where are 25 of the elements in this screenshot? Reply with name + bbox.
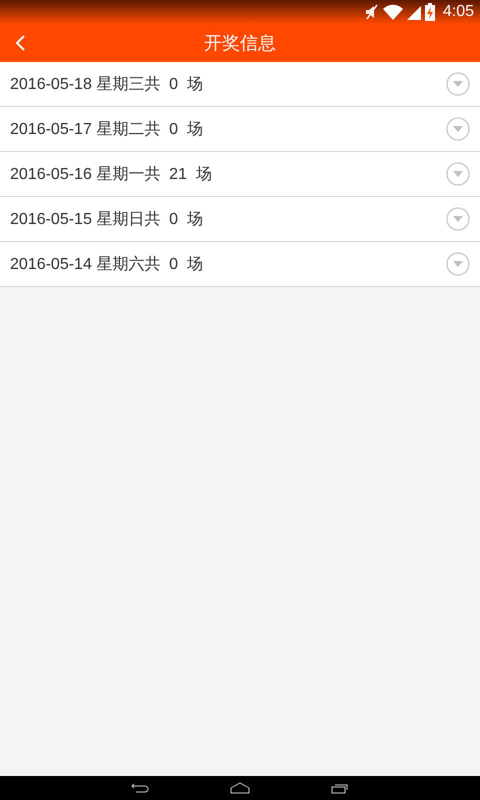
row-label: 2016-05-18 星期三共 0 场 xyxy=(10,74,203,94)
date-row[interactable]: 2016-05-15 星期日共 0 场 xyxy=(0,196,480,241)
date-row[interactable]: 2016-05-16 星期一共 21 场 xyxy=(0,151,480,196)
date-row[interactable]: 2016-05-17 星期二共 0 场 xyxy=(0,106,480,151)
expand-icon[interactable] xyxy=(446,207,470,231)
page-title: 开奖信息 xyxy=(204,32,276,55)
expand-icon[interactable] xyxy=(446,117,470,141)
expand-icon[interactable] xyxy=(446,72,470,96)
date-row[interactable]: 2016-05-18 星期三共 0 场 xyxy=(0,62,480,106)
back-icon[interactable] xyxy=(14,34,26,52)
recents-icon[interactable] xyxy=(331,782,350,794)
row-label: 2016-05-14 星期六共 0 场 xyxy=(10,254,203,274)
wifi-icon xyxy=(382,4,403,20)
status-time: 4:05 xyxy=(442,3,474,21)
row-label: 2016-05-15 星期日共 0 场 xyxy=(10,210,203,230)
row-label: 2016-05-17 星期二共 0 场 xyxy=(10,120,203,140)
mute-icon xyxy=(364,4,379,20)
row-label: 2016-05-16 星期一共 21 场 xyxy=(10,164,212,184)
expand-icon[interactable] xyxy=(446,252,470,276)
back-nav-icon[interactable] xyxy=(130,782,149,794)
battery-icon xyxy=(424,3,435,21)
date-row[interactable]: 2016-05-14 星期六共 0 场 xyxy=(0,241,480,286)
home-icon[interactable] xyxy=(230,782,250,794)
expand-icon[interactable] xyxy=(446,162,470,186)
signal-icon xyxy=(406,4,421,20)
